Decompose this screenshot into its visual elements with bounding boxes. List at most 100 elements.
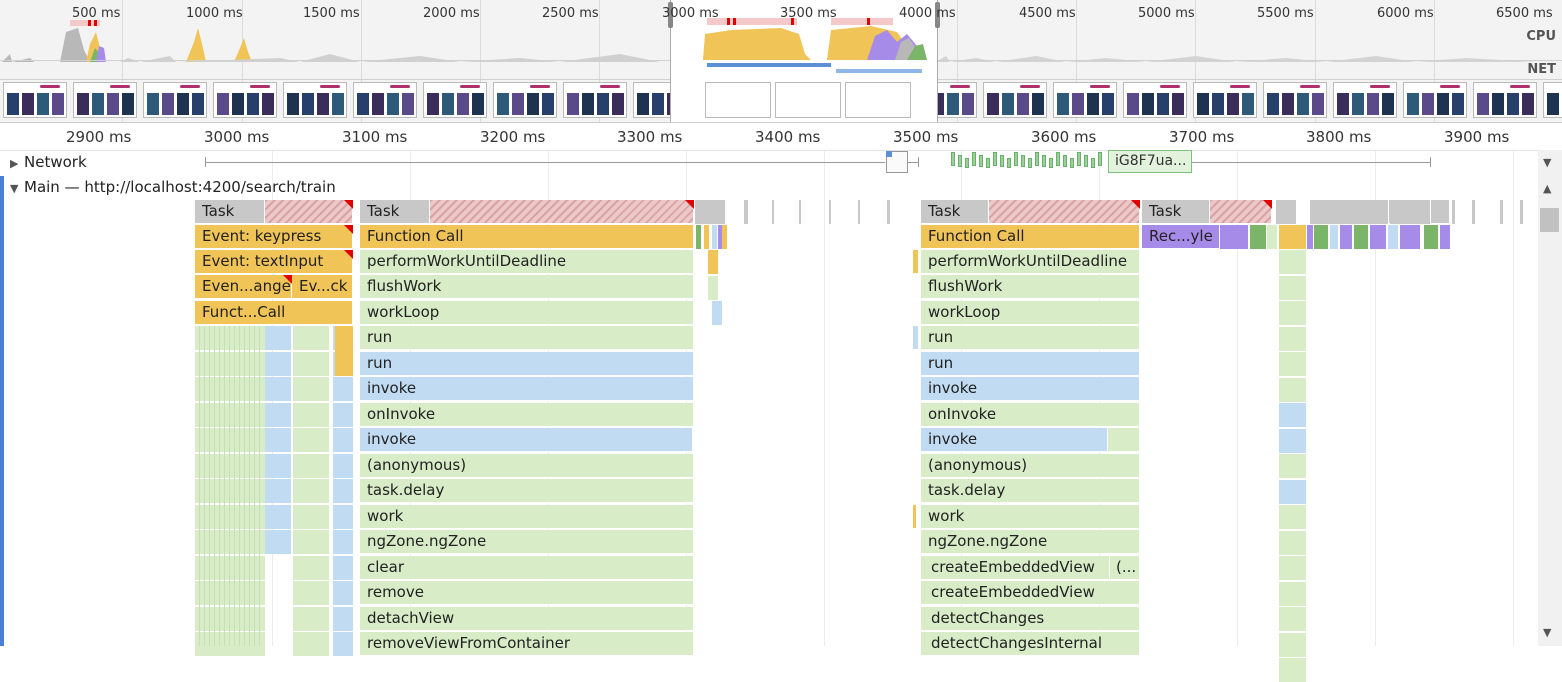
flame-flush-work[interactable]: flushWork <box>921 275 1140 299</box>
flame-subcall[interactable] <box>293 453 330 478</box>
scroll-down-icon[interactable]: ▼ <box>1543 156 1551 169</box>
flame-subcall[interactable] <box>1388 225 1399 249</box>
flame-sliver[interactable] <box>913 250 919 274</box>
flame-work-loop[interactable]: workLoop <box>921 301 1140 325</box>
flame-task-small[interactable] <box>1390 200 1411 224</box>
flame-subcall[interactable] <box>333 504 354 529</box>
flame-create-embedded-view[interactable]: createEmbeddedView <box>921 556 1110 580</box>
network-request-item[interactable]: iG8F7ua... <box>1108 150 1192 173</box>
flame-subcall[interactable] <box>265 326 292 350</box>
network-request-bar[interactable] <box>1091 158 1095 168</box>
flame-subcall[interactable] <box>1340 225 1353 249</box>
flame-subcall[interactable] <box>1279 658 1306 682</box>
flame-subcall[interactable] <box>265 402 292 427</box>
flame-work[interactable]: work <box>360 505 694 529</box>
network-request-bar[interactable] <box>979 155 983 167</box>
flame-subcall[interactable] <box>1279 556 1306 580</box>
flame-task-small[interactable] <box>799 200 802 224</box>
network-request-bar[interactable] <box>1028 158 1032 168</box>
flame-subcall[interactable] <box>1279 275 1306 300</box>
flame-remove-view[interactable]: removeViewFromContainer <box>360 632 694 656</box>
flame-subcall[interactable] <box>708 250 718 274</box>
timeline-overview[interactable]: CPU NET 500 ms 1000 ms 1500 ms 2000 ms 2… <box>0 0 1562 123</box>
flame-subcall[interactable] <box>293 606 330 631</box>
flame-subcall[interactable] <box>712 301 722 325</box>
screenshot-thumbnail[interactable] <box>213 82 277 118</box>
flame-subcall[interactable] <box>1267 225 1278 249</box>
flame-anonymous[interactable]: (anonymous) <box>360 454 694 478</box>
flame-subcall[interactable] <box>195 351 266 376</box>
screenshot-thumbnail[interactable] <box>423 82 487 118</box>
flame-subcall[interactable] <box>1330 225 1339 249</box>
flame-subcall[interactable] <box>1279 301 1306 325</box>
flame-task-small[interactable] <box>1368 200 1389 224</box>
flame-detect-changes[interactable]: detectChanges <box>921 607 1140 631</box>
flame-subcall[interactable] <box>1279 581 1306 606</box>
flame-chart-scrollbar[interactable]: ▼ ▲ ▼ <box>1538 150 1562 646</box>
flame-task-small[interactable] <box>858 200 861 224</box>
screenshot-thumbnail[interactable] <box>283 82 347 118</box>
main-flame-chart[interactable]: Task Event: keypress Event: textInput Ev… <box>0 200 1538 682</box>
flame-task-small[interactable] <box>1472 200 1476 224</box>
flame-task-small[interactable] <box>1500 200 1504 224</box>
flame-create-embedded-view[interactable]: createEmbeddedView <box>921 581 1140 605</box>
flame-subcall[interactable] <box>293 530 330 554</box>
network-request-bar[interactable] <box>1021 155 1025 167</box>
time-ruler[interactable]: 2900 ms 3000 ms 3100 ms 3200 ms 3300 ms … <box>0 123 1538 151</box>
flame-subcall[interactable] <box>712 225 717 249</box>
network-request-bar[interactable] <box>1035 152 1039 166</box>
flame-subcall[interactable] <box>265 453 292 478</box>
flame-on-invoke[interactable]: onInvoke <box>360 403 694 427</box>
flame-subcall[interactable] <box>195 326 266 350</box>
network-request-bar[interactable] <box>958 155 962 167</box>
flame-subcall[interactable] <box>195 581 266 605</box>
flame-task-small[interactable] <box>1276 200 1297 224</box>
network-request-bar[interactable] <box>1084 155 1088 167</box>
flame-subcall[interactable] <box>195 555 266 580</box>
flame-subcall[interactable] <box>333 479 354 503</box>
network-request-bar[interactable] <box>1007 158 1011 168</box>
flame-subcall[interactable] <box>195 377 266 401</box>
flame-subcall[interactable] <box>1279 326 1306 351</box>
screenshot-thumbnail[interactable] <box>1473 82 1537 118</box>
flame-task-small[interactable] <box>1410 200 1431 224</box>
flame-subcall[interactable] <box>708 275 718 300</box>
flame-subcall[interactable] <box>195 428 266 452</box>
long-task-overrun[interactable] <box>430 200 694 224</box>
flame-subcall[interactable] <box>333 632 354 656</box>
flame-subcall[interactable] <box>195 504 266 529</box>
flame-subcall[interactable] <box>1220 225 1249 249</box>
flame-subcall[interactable] <box>1314 225 1329 249</box>
flame-on-invoke[interactable]: onInvoke <box>921 403 1140 427</box>
flame-function-call[interactable]: Function Call <box>360 225 694 249</box>
network-request-bar[interactable] <box>1014 152 1018 166</box>
flame-detect-changes-internal[interactable]: detectChangesInternal <box>921 632 1140 656</box>
flame-subcall[interactable] <box>333 453 354 478</box>
flame-invoke[interactable]: invoke <box>360 377 694 401</box>
flame-truncated[interactable]: (... <box>1110 556 1140 580</box>
flame-invoke[interactable]: invoke <box>360 428 693 452</box>
flame-subcall[interactable] <box>293 402 330 427</box>
flame-subcall[interactable] <box>195 453 266 478</box>
flame-subcall[interactable] <box>1279 403 1306 427</box>
network-request-bar[interactable] <box>965 158 969 168</box>
screenshot-thumbnail[interactable] <box>1543 82 1562 118</box>
flame-subcall[interactable] <box>265 504 292 529</box>
flame-subcall[interactable] <box>265 351 292 376</box>
network-request-bar[interactable] <box>1049 158 1053 168</box>
screenshot-thumbnail[interactable] <box>1053 82 1117 118</box>
flame-subcall[interactable] <box>333 377 354 401</box>
flame-task[interactable]: Task <box>1142 200 1210 224</box>
screenshot-thumbnail[interactable] <box>983 82 1047 118</box>
flame-task-delay[interactable]: task.delay <box>921 479 1140 503</box>
flame-subcall[interactable] <box>1354 225 1369 249</box>
flame-task-small[interactable] <box>695 200 726 224</box>
flame-sliver[interactable] <box>913 505 917 529</box>
flame-subcall[interactable] <box>333 402 354 427</box>
screenshot-thumbnail[interactable] <box>1333 82 1397 118</box>
flame-work-loop[interactable]: workLoop <box>360 301 694 325</box>
flame-detach-view[interactable]: detachView <box>360 607 694 631</box>
flame-subcall[interactable] <box>1400 225 1421 249</box>
screenshot-thumbnail[interactable] <box>705 82 771 118</box>
network-request-bar[interactable] <box>993 152 997 166</box>
